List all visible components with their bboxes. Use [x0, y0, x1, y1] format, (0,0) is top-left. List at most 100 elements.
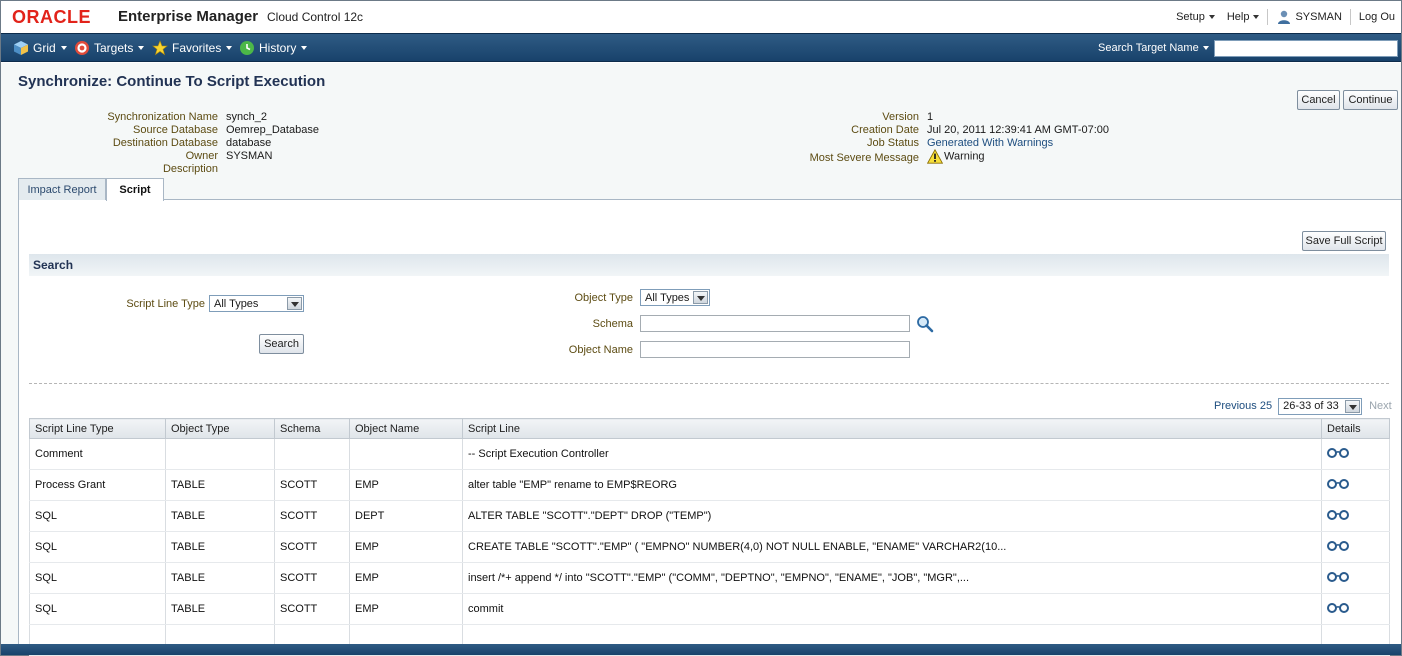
table-cell: TABLE	[165, 562, 275, 594]
glasses-icon[interactable]	[1326, 509, 1350, 521]
source-db-label: Source Database	[133, 124, 218, 136]
most-severe-value: Warning	[927, 149, 985, 164]
table-cell: SCOTT	[274, 531, 350, 563]
logout-link[interactable]: Log Ou	[1353, 8, 1401, 26]
table-cell: DEPT	[349, 500, 463, 532]
table-cell	[349, 438, 463, 470]
script-line-type-value: All Types	[214, 297, 259, 310]
page-title: Synchronize: Continue To Script Executio…	[18, 73, 326, 90]
table-cell: alter table "EMP" rename to EMP$REORG	[462, 469, 1322, 501]
chevron-down-icon[interactable]	[287, 297, 302, 310]
targets-menu[interactable]: Targets	[74, 34, 145, 62]
source-db-value: Oemrep_Database	[226, 124, 319, 136]
product-name: Enterprise Manager	[118, 8, 259, 25]
oracle-logo: ORACLE	[12, 7, 91, 27]
table-cell: SQL	[29, 593, 166, 625]
details-cell[interactable]	[1321, 438, 1390, 470]
history-menu[interactable]: History	[239, 34, 308, 62]
column-header[interactable]: Schema	[274, 418, 350, 439]
chevron-down-icon[interactable]	[1345, 399, 1361, 413]
help-menu[interactable]: Help	[1221, 8, 1266, 26]
tab-script[interactable]: Script	[106, 178, 164, 201]
table-cell: ALTER TABLE "SCOTT"."DEPT" DROP ("TEMP")	[462, 500, 1322, 532]
object-type-select[interactable]: All Types	[640, 289, 710, 306]
page-range-select[interactable]: 26-33 of 33	[1278, 397, 1363, 415]
most-severe-label: Most Severe Message	[809, 152, 919, 164]
favorites-menu-label: Favorites	[172, 41, 222, 55]
search-target-type-menu[interactable]: Search Target Name	[1098, 34, 1209, 62]
save-full-script-button[interactable]: Save Full Script	[1302, 231, 1386, 251]
previous-page-link[interactable]: Previous 25	[1214, 400, 1272, 412]
next-page-link: Next	[1369, 400, 1392, 412]
user-menu[interactable]: SYSMAN	[1270, 8, 1347, 26]
sync-name-value: synch_2	[226, 111, 267, 123]
glasses-icon[interactable]	[1326, 571, 1350, 583]
schema-input[interactable]	[640, 315, 910, 332]
search-target-input[interactable]	[1214, 40, 1398, 57]
page-range-value: 26-33 of 33	[1283, 400, 1339, 412]
setup-label: Setup	[1176, 11, 1205, 23]
table-cell: EMP	[349, 469, 463, 501]
object-name-input[interactable]	[640, 341, 910, 358]
owner-value: SYSMAN	[226, 150, 273, 162]
chevron-down-icon	[1208, 15, 1215, 19]
global-nav: Setup Help SYSMAN Log Ou	[1170, 1, 1401, 33]
column-header[interactable]: Object Type	[165, 418, 275, 439]
nav-divider	[1267, 9, 1269, 25]
table-row: Comment -- Script Execution Controller	[29, 438, 1390, 470]
table-cell: EMP	[349, 593, 463, 625]
glasses-icon[interactable]	[1326, 540, 1350, 552]
script-line-type-select[interactable]: All Types	[209, 295, 304, 312]
column-header: Details	[1321, 418, 1390, 439]
version-value: 1	[927, 111, 934, 123]
table-cell: commit	[462, 593, 1322, 625]
creation-date-label: Creation Date	[851, 124, 919, 136]
chevron-down-icon[interactable]	[693, 291, 708, 304]
content-area: Synchronize: Continue To Script Executio…	[1, 63, 1401, 656]
details-cell[interactable]	[1321, 531, 1390, 563]
table-cell: TABLE	[165, 593, 275, 625]
sync-info-right: Version 1 Creation Date Jul 20, 2011 12:…	[701, 111, 1201, 171]
tab-impact-report[interactable]: Impact Report	[18, 178, 106, 200]
continue-button[interactable]: Continue	[1343, 90, 1398, 110]
setup-menu[interactable]: Setup	[1170, 8, 1221, 26]
object-name-label: Object Name	[568, 344, 633, 356]
pagination: Previous 25 26-33 of 33 Next	[1214, 397, 1392, 415]
chevron-down-icon	[226, 46, 233, 50]
details-cell[interactable]	[1321, 500, 1390, 532]
page-range-dropdown[interactable]	[1344, 399, 1361, 414]
table-cell: SQL	[29, 562, 166, 594]
owner-label: Owner	[185, 150, 218, 162]
glasses-icon[interactable]	[1326, 602, 1350, 614]
details-cell[interactable]	[1321, 562, 1390, 594]
footer-bar	[1, 644, 1401, 655]
column-header[interactable]: Script Line	[462, 418, 1322, 439]
script-line-type-label: Script Line Type	[126, 298, 205, 310]
search-button[interactable]: Search	[259, 334, 304, 354]
schema-label: Schema	[592, 318, 633, 330]
glasses-icon[interactable]	[1326, 478, 1350, 490]
table-row: SQL TABLE SCOTT DEPT ALTER TABLE "SCOTT"."DE…	[29, 500, 1390, 532]
history-clock-icon	[240, 41, 254, 55]
search-section-title: Search	[33, 258, 74, 272]
table-cell: CREATE TABLE "SCOTT"."EMP" ( "EMPNO" NUM…	[462, 531, 1322, 563]
column-header[interactable]: Script Line Type	[29, 418, 166, 439]
column-header[interactable]: Object Name	[349, 418, 463, 439]
product-edition: Cloud Control 12c	[267, 10, 364, 24]
warning-icon	[927, 149, 943, 164]
favorites-menu[interactable]: Favorites	[152, 34, 233, 62]
details-cell[interactable]	[1321, 593, 1390, 625]
grid-menu[interactable]: Grid	[13, 34, 67, 62]
user-icon	[1278, 10, 1291, 24]
grid-menu-label: Grid	[33, 41, 56, 55]
details-cell[interactable]	[1321, 469, 1390, 501]
table-cell: insert /*+ append */ into "SCOTT"."EMP" …	[462, 562, 1322, 594]
glasses-icon[interactable]	[1326, 447, 1350, 459]
table-cell: Comment	[29, 438, 166, 470]
table-cell: SQL	[29, 500, 166, 532]
job-status-label: Job Status	[867, 137, 919, 149]
section-divider	[29, 383, 1389, 384]
search-target-label: Search Target Name	[1098, 42, 1199, 54]
magnifier-icon[interactable]	[916, 315, 934, 333]
cancel-button[interactable]: Cancel	[1297, 90, 1340, 110]
